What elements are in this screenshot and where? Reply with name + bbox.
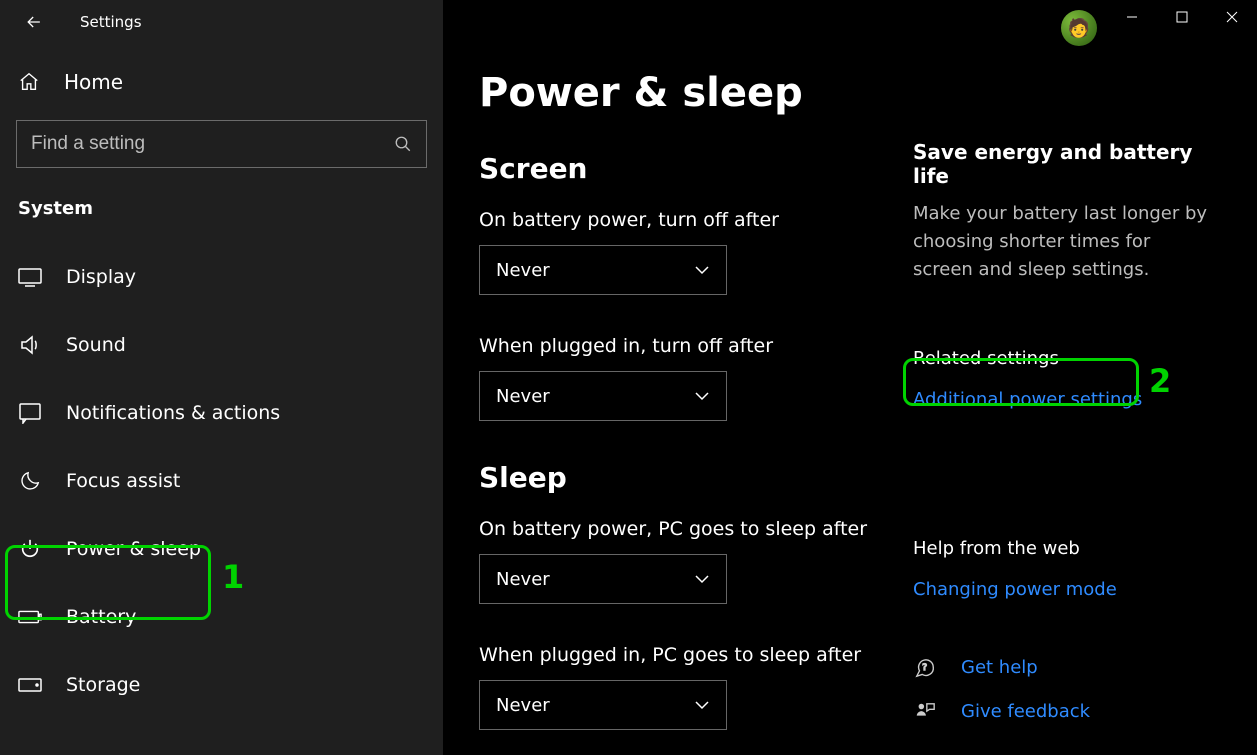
energy-heading: Save energy and battery life bbox=[913, 140, 1213, 188]
sidebar-item-focus-assist[interactable]: Focus assist bbox=[0, 447, 443, 515]
back-button[interactable] bbox=[14, 0, 54, 44]
dropdown-value: Never bbox=[496, 569, 550, 590]
sleep-heading: Sleep bbox=[479, 461, 893, 494]
sound-icon bbox=[18, 333, 42, 357]
app-title: Settings bbox=[80, 13, 142, 31]
give-feedback-link[interactable]: Give feedback bbox=[961, 701, 1090, 722]
sleep-plugged-label: When plugged in, PC goes to sleep after bbox=[479, 644, 893, 666]
sidebar-item-label: Storage bbox=[66, 674, 140, 696]
sidebar-item-sound[interactable]: Sound bbox=[0, 311, 443, 379]
sidebar-home[interactable]: Home bbox=[0, 44, 443, 120]
battery-icon bbox=[18, 605, 42, 629]
close-icon bbox=[1226, 11, 1238, 23]
display-icon bbox=[18, 265, 42, 289]
close-button[interactable] bbox=[1207, 0, 1257, 34]
additional-power-settings-link[interactable]: Additional power settings bbox=[913, 389, 1142, 410]
dropdown-value: Never bbox=[496, 695, 550, 716]
sidebar-item-label: Notifications & actions bbox=[66, 402, 280, 424]
screen-heading: Screen bbox=[479, 152, 893, 185]
energy-description: Make your battery last longer by choosin… bbox=[913, 200, 1213, 284]
sidebar-header: Settings bbox=[0, 0, 443, 44]
dropdown-value: Never bbox=[496, 260, 550, 281]
get-help-row[interactable]: ? Get help bbox=[913, 656, 1213, 680]
moon-icon bbox=[18, 469, 42, 493]
sidebar-item-label: Sound bbox=[66, 334, 126, 356]
sidebar-item-label: Power & sleep bbox=[66, 538, 201, 560]
power-icon bbox=[18, 537, 42, 561]
page-title: Power & sleep bbox=[479, 70, 893, 116]
search-container bbox=[16, 120, 427, 168]
give-feedback-row[interactable]: Give feedback bbox=[913, 700, 1213, 724]
sidebar-item-notifications[interactable]: Notifications & actions bbox=[0, 379, 443, 447]
feedback-icon bbox=[913, 700, 937, 724]
chevron-down-icon bbox=[694, 265, 710, 275]
screen-plugged-label: When plugged in, turn off after bbox=[479, 335, 893, 357]
sidebar-item-display[interactable]: Display bbox=[0, 243, 443, 311]
sidebar-item-power-sleep[interactable]: Power & sleep bbox=[0, 515, 443, 583]
chevron-down-icon bbox=[694, 391, 710, 401]
search-box[interactable] bbox=[16, 120, 427, 168]
chevron-down-icon bbox=[694, 700, 710, 710]
arrow-left-icon bbox=[24, 12, 44, 32]
chevron-down-icon bbox=[694, 574, 710, 584]
search-input[interactable] bbox=[31, 133, 394, 155]
screen-battery-dropdown[interactable]: Never bbox=[479, 245, 727, 295]
screen-battery-label: On battery power, turn off after bbox=[479, 209, 893, 231]
sidebar-item-label: Battery bbox=[66, 606, 136, 628]
storage-icon bbox=[18, 673, 42, 697]
dropdown-value: Never bbox=[496, 386, 550, 407]
notifications-icon bbox=[18, 401, 42, 425]
sidebar-item-label: Display bbox=[66, 266, 136, 288]
sidebar-item-battery[interactable]: Battery bbox=[0, 583, 443, 651]
get-help-link[interactable]: Get help bbox=[961, 657, 1038, 678]
sleep-plugged-dropdown[interactable]: Never bbox=[479, 680, 727, 730]
sleep-battery-dropdown[interactable]: Never bbox=[479, 554, 727, 604]
main: 🧑 Power & sleep Screen On battery power,… bbox=[443, 0, 1257, 755]
sidebar-item-label: Focus assist bbox=[66, 470, 180, 492]
changing-power-mode-link[interactable]: Changing power mode bbox=[913, 579, 1117, 600]
help-from-web-heading: Help from the web bbox=[913, 538, 1213, 559]
home-icon bbox=[18, 71, 40, 93]
help-icon: ? bbox=[913, 656, 937, 680]
sidebar-item-storage[interactable]: Storage bbox=[0, 651, 443, 719]
sidebar-nav: Display Sound Notifications & actions Fo… bbox=[0, 243, 443, 719]
home-label: Home bbox=[64, 70, 123, 94]
right-column: Save energy and battery life Make your b… bbox=[893, 0, 1213, 755]
content: Power & sleep Screen On battery power, t… bbox=[443, 0, 893, 755]
sidebar: Settings Home System Display Sound bbox=[0, 0, 443, 755]
search-icon bbox=[394, 135, 412, 153]
sleep-battery-label: On battery power, PC goes to sleep after bbox=[479, 518, 893, 540]
svg-text:?: ? bbox=[922, 662, 927, 673]
sidebar-category: System bbox=[0, 188, 443, 243]
related-settings-heading: Related settings bbox=[913, 348, 1213, 369]
screen-plugged-dropdown[interactable]: Never bbox=[479, 371, 727, 421]
